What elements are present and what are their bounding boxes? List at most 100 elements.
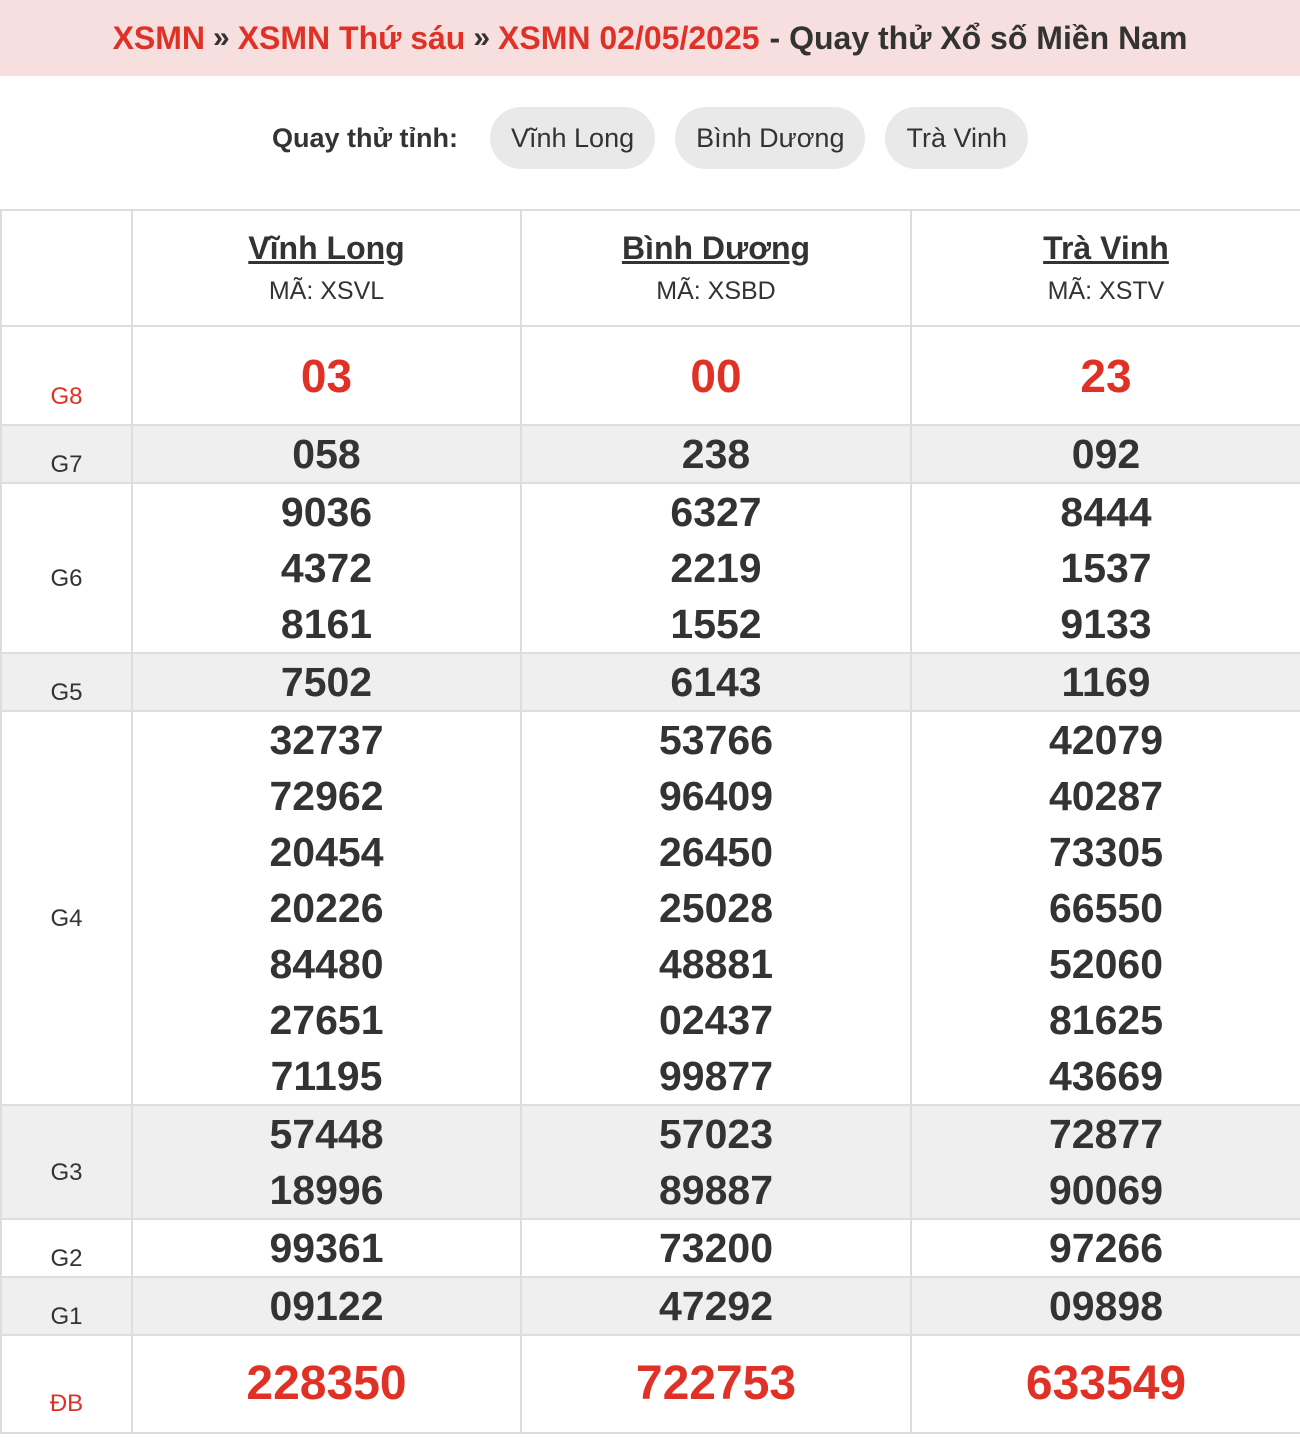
prize-number: 02437: [658, 997, 773, 1043]
prize-number: 4372: [280, 545, 373, 591]
quay-thu-province-bar: Quay thử tỉnh: Vĩnh Long Bình Dương Trà …: [0, 107, 1300, 169]
prize-number: 00: [690, 349, 742, 402]
prize-number: 238: [681, 431, 751, 477]
breadcrumb-separator-icon: »: [473, 21, 491, 54]
prize-number: 18996: [269, 1167, 384, 1213]
prize-label: G1: [0, 1276, 133, 1336]
prize-row-g1: G1 09122 47292 09898: [0, 1276, 1300, 1336]
prize-row-g5: G5 7502 6143 1169: [0, 652, 1300, 712]
page-title-text: - Quay thử Xổ số Miền Nam: [769, 19, 1188, 56]
prize-number: 72962: [269, 773, 384, 819]
prize-number: 058: [292, 431, 361, 477]
prize-cell: 6327 2219 1552: [520, 482, 912, 654]
prize-row-g2: G2 99361 73200 97266: [0, 1218, 1300, 1278]
prize-row-g4: G4 32737 72962 20454 20226 84480 27651 7…: [0, 710, 1300, 1106]
prize-number: 1169: [1061, 659, 1151, 705]
prize-number: 20226: [269, 885, 384, 931]
prize-cell: 09122: [131, 1276, 522, 1336]
prize-number: 1537: [1060, 545, 1152, 591]
prize-cell: 57448 18996: [131, 1104, 522, 1220]
province-link-vinh-long[interactable]: Vĩnh Long: [133, 230, 520, 267]
quay-thu-tra-vinh-button[interactable]: Trà Vinh: [885, 107, 1029, 169]
prize-number: 48881: [658, 941, 773, 987]
prize-cell: 09898: [910, 1276, 1300, 1336]
results-table: Vĩnh Long MÃ: XSVL Bình Dương MÃ: XSBD T…: [0, 209, 1300, 1434]
prize-row-g3: G3 57448 18996 57023 89887 72877 90069: [0, 1104, 1300, 1220]
prize-number: 84480: [269, 941, 384, 987]
prize-cell: 238: [520, 424, 912, 484]
province-link-tra-vinh[interactable]: Trà Vinh: [912, 230, 1300, 267]
province-code: MÃ: XSBD: [656, 277, 776, 305]
table-header-row: Vĩnh Long MÃ: XSVL Bình Dương MÃ: XSBD T…: [0, 209, 1300, 327]
prize-cell: 47292: [520, 1276, 912, 1336]
prize-cell: 633549: [910, 1334, 1300, 1434]
page-title-breadcrumb: XSMN » XSMN Thứ sáu » XSMN 02/05/2025 - …: [0, 0, 1300, 76]
prize-number: 6143: [670, 659, 762, 705]
prize-number: 25028: [658, 885, 773, 931]
prize-label: G2: [0, 1218, 133, 1278]
header-province-vinh-long: Vĩnh Long MÃ: XSVL: [131, 209, 522, 327]
prize-row-special: ĐB 228350 722753 633549: [0, 1334, 1300, 1434]
prize-cell: 058: [131, 424, 522, 484]
prize-number: 53766: [658, 717, 773, 763]
prize-cell: 6143: [520, 652, 912, 712]
prize-number: 47292: [658, 1283, 773, 1329]
breadcrumb-xsmn-date-link[interactable]: XSMN 02/05/2025: [498, 20, 760, 57]
prize-number: 99361: [269, 1225, 384, 1271]
prize-label: G8: [0, 325, 133, 426]
prize-row-g6: G6 9036 4372 8161 6327 2219 1552 8444 15…: [0, 482, 1300, 654]
prize-cell: 00: [520, 325, 912, 426]
prize-number: 42079: [1048, 717, 1163, 763]
prize-number: 73200: [658, 1225, 773, 1271]
prize-cell: 99361: [131, 1218, 522, 1278]
prize-number: 228350: [246, 1357, 407, 1410]
prize-number: 09122: [269, 1283, 384, 1329]
prize-number: 66550: [1048, 885, 1163, 931]
province-link-binh-duong[interactable]: Bình Dương: [522, 230, 910, 267]
prize-number: 72877: [1048, 1111, 1163, 1157]
quay-thu-binh-duong-button[interactable]: Bình Dương: [675, 107, 866, 169]
prize-number: 6327: [670, 489, 762, 535]
prize-cell: 72877 90069: [910, 1104, 1300, 1220]
prize-number: 26450: [658, 829, 773, 875]
prize-cell: 7502: [131, 652, 522, 712]
prize-cell: 8444 1537 9133: [910, 482, 1300, 654]
breadcrumb-xsmn-thu-sau-link[interactable]: XSMN Thứ sáu: [238, 20, 466, 57]
prize-label: G5: [0, 652, 133, 712]
prize-number: 633549: [1025, 1357, 1187, 1410]
prize-cell: 73200: [520, 1218, 912, 1278]
prize-cell: 42079 40287 73305 66550 52060 81625 4366…: [910, 710, 1300, 1106]
prize-cell: 092: [910, 424, 1300, 484]
prize-cell: 1169: [910, 652, 1300, 712]
prize-row-g7: G7 058 238 092: [0, 424, 1300, 484]
prize-number: 9133: [1060, 601, 1152, 647]
quay-thu-vinh-long-button[interactable]: Vĩnh Long: [490, 107, 656, 169]
header-province-tra-vinh: Trà Vinh MÃ: XSTV: [910, 209, 1300, 327]
prize-number: 092: [1071, 431, 1141, 477]
prize-number: 27651: [269, 997, 384, 1043]
prize-number: 96409: [658, 773, 773, 819]
prize-number: 43669: [1048, 1053, 1163, 1099]
prize-label: G3: [0, 1104, 133, 1220]
prize-number: 7502: [280, 659, 373, 705]
prize-number: 90069: [1048, 1167, 1163, 1213]
quay-thu-label: Quay thử tỉnh:: [271, 122, 458, 153]
prize-cell: 57023 89887: [520, 1104, 912, 1220]
prize-cell: 9036 4372 8161: [131, 482, 522, 654]
prize-number: 722753: [635, 1357, 797, 1410]
prize-label: G4: [0, 710, 133, 1106]
prize-number: 8444: [1060, 489, 1152, 535]
prize-number: 71195: [270, 1053, 383, 1099]
prize-cell: 23: [910, 325, 1300, 426]
breadcrumb-xsmn-link[interactable]: XSMN: [113, 20, 205, 57]
province-code: MÃ: XSTV: [1047, 277, 1165, 305]
prize-number: 23: [1080, 349, 1132, 402]
prize-number: 52060: [1048, 941, 1163, 987]
prize-number: 9036: [280, 489, 373, 535]
prize-label: G6: [0, 482, 133, 654]
prize-number: 89887: [658, 1167, 773, 1213]
breadcrumb-separator-icon: »: [213, 21, 230, 54]
prize-label: G7: [0, 424, 133, 484]
prize-number: 81625: [1048, 997, 1163, 1043]
prize-number: 99877: [658, 1053, 773, 1099]
